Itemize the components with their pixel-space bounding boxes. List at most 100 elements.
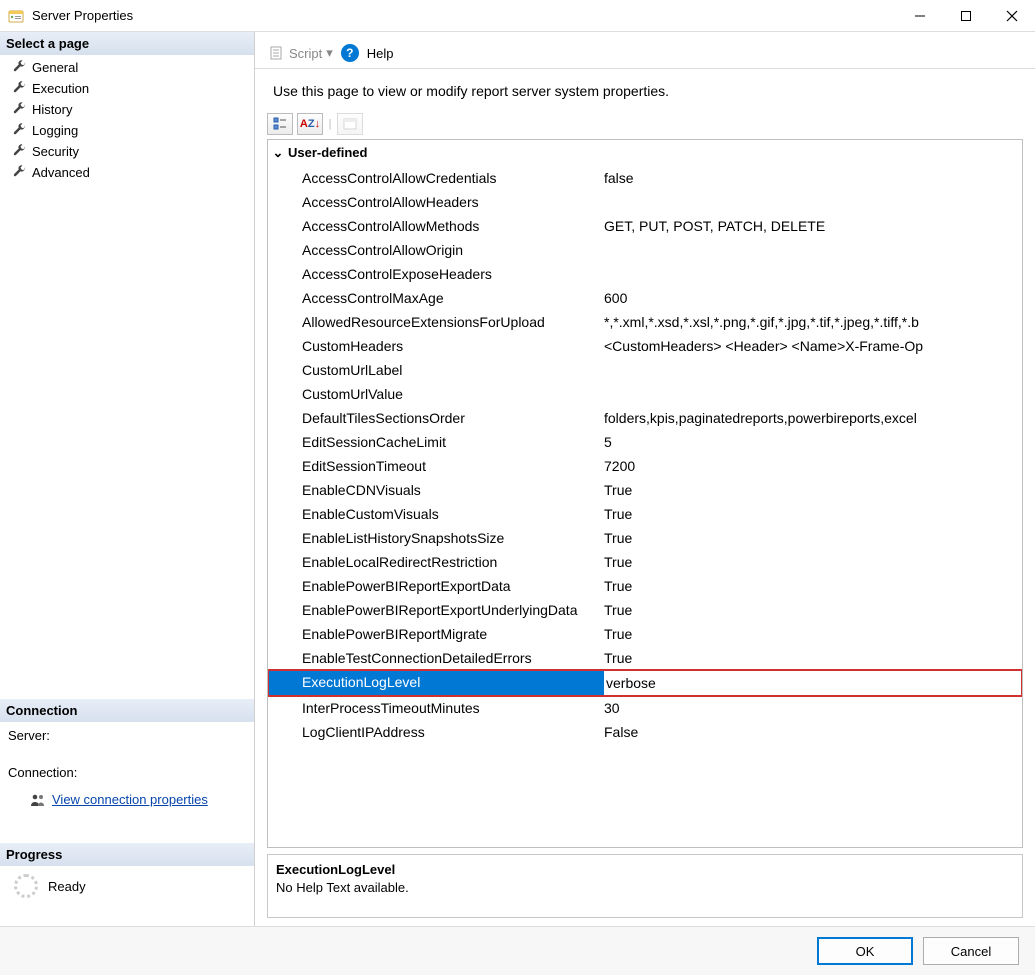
property-name: EnableLocalRedirectRestriction xyxy=(274,550,604,574)
property-row[interactable]: LogClientIPAddressFalse xyxy=(268,720,1022,744)
server-label: Server: xyxy=(0,722,254,749)
property-value[interactable]: True xyxy=(604,598,1022,622)
property-value[interactable]: 30 xyxy=(604,696,1022,720)
property-pages-button[interactable] xyxy=(337,113,363,135)
alphabetical-button[interactable]: AZ↓ xyxy=(297,113,323,135)
script-button[interactable]: Script ▾ xyxy=(269,45,333,61)
property-row[interactable]: InterProcessTimeoutMinutes30 xyxy=(268,696,1022,720)
property-row[interactable]: EnableTestConnectionDetailedErrorsTrue xyxy=(268,646,1022,670)
minimize-button[interactable] xyxy=(897,0,943,32)
property-value[interactable]: false xyxy=(604,166,1022,190)
property-name: EnableCDNVisuals xyxy=(274,478,604,502)
close-button[interactable] xyxy=(989,0,1035,32)
property-value[interactable]: GET, PUT, POST, PATCH, DELETE xyxy=(604,214,1022,238)
maximize-button[interactable] xyxy=(943,0,989,32)
sidebar-page-item[interactable]: Security xyxy=(0,141,254,162)
property-value[interactable]: True xyxy=(604,478,1022,502)
connection-header: Connection xyxy=(0,699,254,722)
sidebar-page-item[interactable]: General xyxy=(0,57,254,78)
property-row[interactable]: EditSessionTimeout7200 xyxy=(268,454,1022,478)
cancel-button[interactable]: Cancel xyxy=(923,937,1019,965)
categorized-button[interactable] xyxy=(267,113,293,135)
property-value[interactable]: True xyxy=(604,526,1022,550)
dialog-buttons: OK Cancel xyxy=(0,926,1035,975)
property-name: EnableListHistorySnapshotsSize xyxy=(274,526,604,550)
property-grid[interactable]: ⌄ User-defined AccessControlAllowCredent… xyxy=(267,139,1023,848)
property-row[interactable]: EnableCDNVisualsTrue xyxy=(268,478,1022,502)
sidebar-page-item[interactable]: History xyxy=(0,99,254,120)
property-value[interactable]: False xyxy=(604,720,1022,744)
property-row[interactable]: EnablePowerBIReportMigrateTrue xyxy=(268,622,1022,646)
property-value[interactable]: <CustomHeaders> <Header> <Name>X-Frame-O… xyxy=(604,334,1022,358)
property-value[interactable]: *,*.xml,*.xsd,*.xsl,*.png,*.gif,*.jpg,*.… xyxy=(604,310,1022,334)
property-row[interactable]: AccessControlAllowHeaders xyxy=(268,190,1022,214)
select-a-page-header: Select a page xyxy=(0,32,254,55)
property-value[interactable] xyxy=(604,382,1022,406)
sidebar-page-item[interactable]: Logging xyxy=(0,120,254,141)
property-value[interactable] xyxy=(604,262,1022,286)
property-name: EnablePowerBIReportExportUnderlyingData xyxy=(274,598,604,622)
property-value[interactable] xyxy=(604,190,1022,214)
property-row[interactable]: DefaultTilesSectionsOrderfolders,kpis,pa… xyxy=(268,406,1022,430)
property-row[interactable]: EnablePowerBIReportExportUnderlyingDataT… xyxy=(268,598,1022,622)
property-name: EnablePowerBIReportExportData xyxy=(274,574,604,598)
property-name: AccessControlAllowCredentials xyxy=(274,166,604,190)
property-value-input[interactable] xyxy=(604,670,1022,696)
property-value[interactable]: True xyxy=(604,550,1022,574)
property-row[interactable]: EnableLocalRedirectRestrictionTrue xyxy=(268,550,1022,574)
property-value[interactable]: 600 xyxy=(604,286,1022,310)
property-row[interactable]: AccessControlAllowMethodsGET, PUT, POST,… xyxy=(268,214,1022,238)
property-name: AccessControlAllowMethods xyxy=(274,214,604,238)
ok-button[interactable]: OK xyxy=(817,937,913,965)
property-row[interactable]: EnableListHistorySnapshotsSizeTrue xyxy=(268,526,1022,550)
sidebar-page-item[interactable]: Advanced xyxy=(0,162,254,183)
property-value[interactable]: True xyxy=(604,646,1022,670)
help-icon[interactable]: ? xyxy=(341,44,359,62)
wrench-icon xyxy=(12,59,26,76)
property-row[interactable]: AccessControlExposeHeaders xyxy=(268,262,1022,286)
window-title: Server Properties xyxy=(32,8,897,23)
property-row[interactable]: ExecutionLogLevel xyxy=(268,670,1022,696)
property-row[interactable]: AccessControlAllowOrigin xyxy=(268,238,1022,262)
property-value[interactable]: 7200 xyxy=(604,454,1022,478)
sidebar-page-item[interactable]: Execution xyxy=(0,78,254,99)
help-label[interactable]: Help xyxy=(367,46,394,61)
wrench-icon xyxy=(12,101,26,118)
sidebar-page-label: History xyxy=(32,102,72,117)
property-name: EnableTestConnectionDetailedErrors xyxy=(274,646,604,670)
connection-label: Connection: xyxy=(0,759,254,786)
sidebar-page-label: General xyxy=(32,60,78,75)
property-row[interactable]: AccessControlMaxAge600 xyxy=(268,286,1022,310)
property-row[interactable]: AllowedResourceExtensionsForUpload*,*.xm… xyxy=(268,310,1022,334)
property-value[interactable] xyxy=(604,238,1022,262)
property-value[interactable]: True xyxy=(604,574,1022,598)
property-value[interactable]: 5 xyxy=(604,430,1022,454)
property-name: EditSessionTimeout xyxy=(274,454,604,478)
view-connection-properties-link[interactable]: View connection properties xyxy=(52,792,208,807)
property-name: AllowedResourceExtensionsForUpload xyxy=(274,310,604,334)
content-toolbar: Script ▾ ? Help xyxy=(255,32,1035,69)
property-value[interactable] xyxy=(604,670,1022,696)
wrench-icon xyxy=(12,122,26,139)
script-label: Script xyxy=(289,46,322,61)
sidebar-page-label: Logging xyxy=(32,123,78,138)
property-row[interactable]: EnableCustomVisualsTrue xyxy=(268,502,1022,526)
property-row[interactable]: CustomUrlLabel xyxy=(268,358,1022,382)
property-row[interactable]: EnablePowerBIReportExportDataTrue xyxy=(268,574,1022,598)
progress-spinner-icon xyxy=(14,874,38,898)
property-row[interactable]: CustomHeaders<CustomHeaders> <Header> <N… xyxy=(268,334,1022,358)
property-row[interactable]: AccessControlAllowCredentialsfalse xyxy=(268,166,1022,190)
property-row[interactable]: EditSessionCacheLimit5 xyxy=(268,430,1022,454)
category-user-defined[interactable]: ⌄ User-defined xyxy=(268,140,1022,166)
property-value[interactable]: folders,kpis,paginatedreports,powerbirep… xyxy=(604,406,1022,430)
property-row[interactable]: CustomUrlValue xyxy=(268,382,1022,406)
chevron-down-icon: ⌄ xyxy=(272,140,284,166)
property-name: AccessControlMaxAge xyxy=(274,286,604,310)
wrench-icon xyxy=(12,164,26,181)
property-value[interactable]: True xyxy=(604,502,1022,526)
property-name: AccessControlExposeHeaders xyxy=(274,262,604,286)
property-value[interactable]: True xyxy=(604,622,1022,646)
property-value[interactable] xyxy=(604,358,1022,382)
property-grid-toolbar: AZ↓ | xyxy=(255,109,1035,139)
sidebar-page-label: Advanced xyxy=(32,165,90,180)
